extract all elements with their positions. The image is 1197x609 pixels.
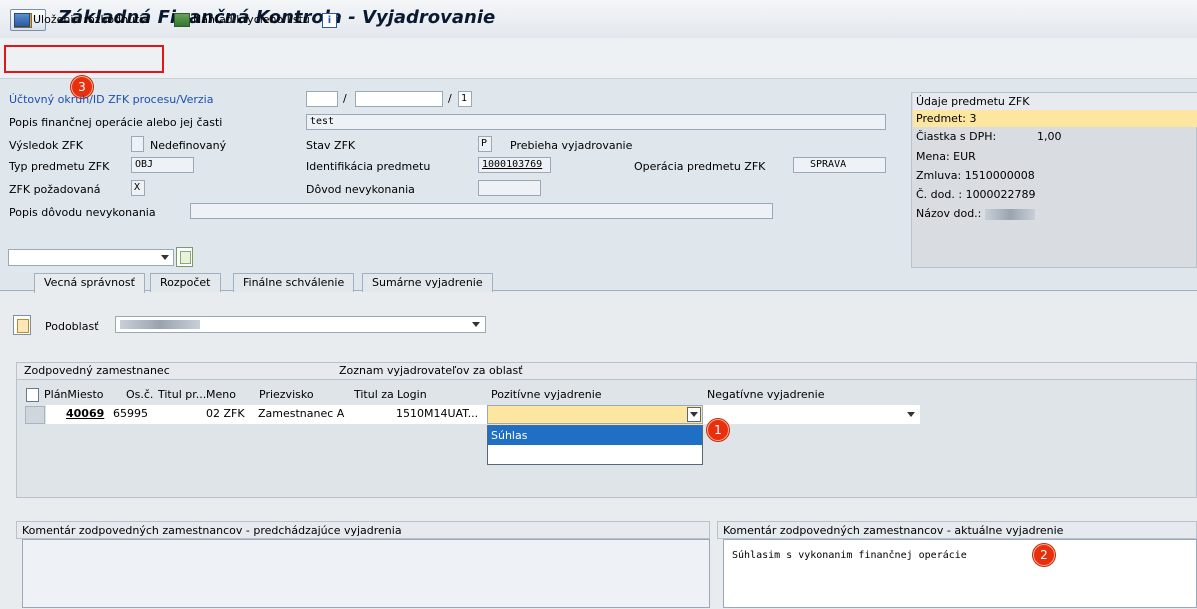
- zfk-status-text: Prebieha vyjadrovanie: [510, 139, 633, 152]
- col-titul-pred[interactable]: Titul pr...: [158, 387, 206, 403]
- negative-dropdown-arrow-icon: [907, 412, 915, 417]
- zfk-status-code-field[interactable]: P: [478, 136, 492, 152]
- non-execution-reason-label: Dôvod nevykonania: [306, 183, 415, 196]
- positive-opinion-dropdown[interactable]: [487, 405, 703, 424]
- current-comment-box[interactable]: Súhlasim s vykonanim finančnej operácie: [723, 539, 1197, 608]
- slash-2: /: [448, 92, 452, 105]
- cell-priezvisko: Zamestnanec A: [258, 407, 345, 420]
- add-item-button[interactable]: [176, 247, 193, 267]
- subject-panel-supplier-name: Názov dod.:: [913, 205, 1197, 222]
- subject-operation-field[interactable]: SPRAVA: [793, 157, 886, 173]
- subject-panel-contract: Zmluva: 1510000008: [916, 169, 1035, 182]
- subarea-dropdown-arrow-icon: [472, 322, 480, 327]
- application-toolbar: [0, 38, 1197, 79]
- subject-identification-field[interactable]: 1000103769: [478, 157, 551, 173]
- subarea-icon[interactable]: [13, 315, 31, 335]
- subject-type-field[interactable]: OBJ: [131, 157, 194, 173]
- grid-title-bar: [16, 362, 1197, 380]
- non-execution-description-label: Popis dôvodu nevykonania: [9, 206, 156, 219]
- operation-description-label: Popis finančnej operácie alebo jej časti: [9, 116, 223, 129]
- col-priezvisko[interactable]: Priezvisko: [259, 387, 314, 403]
- zfk-required-label: ZFK požadovaná: [9, 183, 101, 196]
- cover-sheet-preview-button[interactable]: Náhľad krycieho listu: [170, 10, 314, 30]
- zfk-required-field[interactable]: X: [131, 180, 145, 196]
- list-icon: [174, 13, 190, 27]
- grid-title-left: Zodpovedný zamestnanec: [24, 364, 170, 377]
- subject-panel-amount-row: Čiastka s DPH: 1,00: [913, 128, 1197, 145]
- non-execution-reason-field[interactable]: [478, 180, 541, 196]
- company-code-field[interactable]: [306, 91, 338, 107]
- zfk-status-label: Stav ZFK: [306, 139, 356, 152]
- positive-dropdown-button[interactable]: [687, 407, 701, 422]
- subject-type-label: Typ predmetu ZFK: [9, 160, 110, 173]
- col-negativne[interactable]: Negatívne vyjadrenie: [707, 387, 824, 403]
- col-meno[interactable]: Meno: [206, 387, 236, 403]
- non-execution-description-field[interactable]: [190, 203, 773, 219]
- save-decision-button[interactable]: Uloženie rozhodnutia: [10, 10, 153, 30]
- option-empty[interactable]: [488, 445, 702, 464]
- subject-panel-title: Údaje predmetu ZFK: [913, 93, 1197, 110]
- step-badge-2: 2: [1033, 544, 1055, 566]
- subject-identification-label: Identifikácia predmetu: [306, 160, 431, 173]
- zfk-result-label: Výsledok ZFK: [9, 139, 83, 152]
- subarea-redacted: [120, 320, 200, 329]
- subarea-select[interactable]: [115, 316, 486, 333]
- col-login[interactable]: Login: [397, 387, 427, 403]
- highlight-save-button: [4, 45, 164, 73]
- subject-panel-predmet: Predmet: 3: [913, 110, 1197, 127]
- cell-planmiesto[interactable]: 40069: [66, 405, 104, 423]
- grid-title-right: Zoznam vyjadrovateľov za oblasť: [339, 364, 523, 377]
- version-field[interactable]: 1: [458, 91, 472, 107]
- tab-sumarne-vyjadrenie[interactable]: Sumárne vyjadrenie: [362, 273, 493, 292]
- cover-sheet-preview-label: Náhľad krycieho listu: [193, 13, 310, 26]
- add-document-icon: [180, 251, 191, 264]
- col-pozitivne[interactable]: Pozitívne vyjadrenie: [491, 387, 602, 403]
- step-badge-1: 1: [707, 419, 729, 441]
- current-comment-title: Komentár zodpovedných zamestnancov - akt…: [717, 521, 1197, 539]
- info-button[interactable]: i: [318, 10, 341, 30]
- cell-meno: 02 ZFK: [206, 407, 245, 420]
- subject-panel-currency: Mena: EUR: [916, 150, 976, 163]
- zfk-result-text: Nedefinovaný: [150, 139, 227, 152]
- save-decision-label: Uloženie rozhodnutia: [33, 13, 150, 26]
- col-osc[interactable]: Os.č.: [126, 387, 153, 403]
- subject-panel-supplier-no: Č. dod. : 1000022789: [916, 188, 1036, 201]
- cell-login: 1510M14UAT...: [396, 407, 479, 420]
- accounting-area-label[interactable]: Účtovný okruh/ID ZFK procesu/Verzia: [9, 93, 213, 107]
- previous-comments-box[interactable]: [22, 539, 710, 608]
- tab-rozpocet[interactable]: Rozpočet: [150, 273, 221, 292]
- subarea-label: Podoblasť: [45, 320, 99, 333]
- selection-dropdown[interactable]: [8, 249, 174, 266]
- row-selector[interactable]: [25, 406, 45, 424]
- info-icon: i: [322, 12, 337, 28]
- tab-finalne-schvalenie[interactable]: Finálne schválenie: [233, 273, 355, 292]
- amount-label: Čiastka s DPH:: [916, 130, 997, 143]
- dropdown-arrow-icon: [161, 255, 169, 260]
- col-titul-za[interactable]: Titul za: [354, 387, 394, 403]
- positive-opinion-options: Súhlas: [487, 425, 703, 465]
- subject-operation-label: Operácia predmetu ZFK: [634, 160, 766, 173]
- col-planmiesto[interactable]: PlánMiesto: [44, 387, 104, 403]
- positive-dropdown-arrow-icon: [690, 412, 698, 417]
- supplier-name-redacted: [984, 208, 1035, 220]
- current-comment-text: Súhlasim s vykonanim finančnej operácie: [732, 550, 967, 561]
- tab-vecna-spravnost[interactable]: Vecná správnosť: [34, 273, 145, 293]
- cell-osc: 65995: [113, 407, 148, 420]
- supplier-name-label: Názov dod.:: [916, 207, 982, 220]
- save-icon: [14, 13, 30, 27]
- amount-value: 1,00: [1037, 130, 1062, 143]
- operation-description-field[interactable]: test: [306, 114, 886, 130]
- zfk-result-code-field[interactable]: [131, 136, 144, 152]
- previous-comments-title: Komentár zodpovedných zamestnancov - pre…: [16, 521, 710, 539]
- negative-opinion-dropdown[interactable]: [703, 405, 920, 424]
- grid-settings-icon[interactable]: [26, 388, 39, 402]
- slash-1: /: [343, 92, 347, 105]
- zfk-process-id-field[interactable]: [355, 91, 443, 107]
- option-suhlas[interactable]: Súhlas: [488, 426, 702, 445]
